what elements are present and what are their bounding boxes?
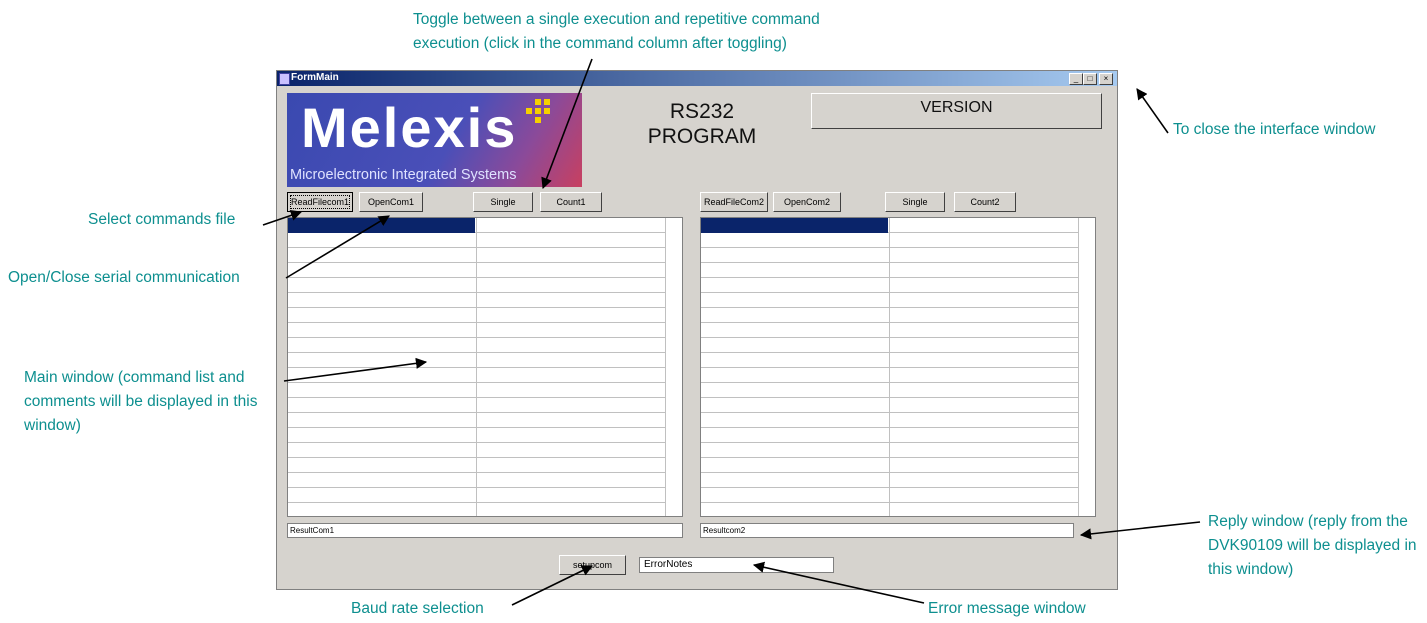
- arrow-open-close: [285, 215, 390, 279]
- arrow-error-window: [752, 561, 925, 604]
- arrow-close: [1136, 88, 1169, 134]
- arrow-select-file: [262, 209, 303, 226]
- arrow-baud-rate: [511, 565, 594, 606]
- arrow-toggle: [541, 58, 593, 190]
- arrow-reply-window: [1079, 521, 1201, 540]
- arrow-main-window: [283, 357, 428, 382]
- annotation-arrows: [262, 58, 1201, 606]
